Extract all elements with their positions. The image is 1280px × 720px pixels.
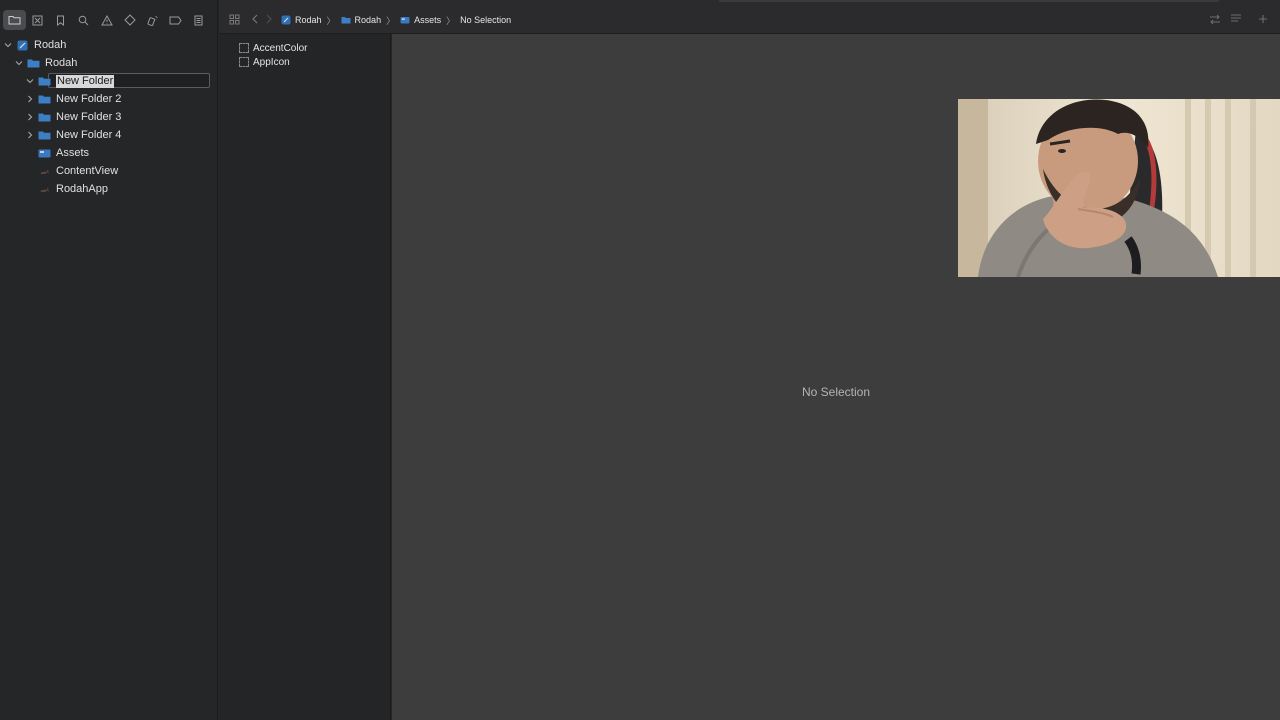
asset-item-label: AppIcon (253, 56, 290, 68)
navigator-toolbar (0, 9, 218, 31)
tree-item-label: New Folder 4 (56, 129, 122, 141)
find-icon[interactable] (72, 10, 95, 30)
editor-jump-bar: Rodah 〉 Rodah 〉 Assets 〉 No Selection (219, 0, 1280, 34)
breadcrumb-label: Rodah (295, 15, 322, 25)
color-set-swatch-icon (239, 43, 249, 53)
adjust-editor-arrows-icon[interactable] (1208, 13, 1222, 25)
folder-icon (38, 130, 51, 141)
folder-icon (27, 58, 40, 69)
tree-item-rodahapp[interactable]: RodahApp (0, 180, 218, 198)
tree-item-label: Rodah (45, 57, 78, 69)
breadcrumb-item-selection[interactable]: No Selection (460, 15, 511, 25)
tree-item-new-folder-3[interactable]: New Folder 3 (0, 108, 218, 126)
folder-icon (341, 15, 351, 25)
test-diamond-icon[interactable] (118, 10, 141, 30)
chevron-down-icon[interactable] (14, 58, 24, 68)
tree-item-assets[interactable]: Assets (0, 144, 218, 162)
tree-item-rodah-project[interactable]: Rodah (0, 36, 218, 54)
tree-item-label: ContentView (56, 165, 119, 177)
chevron-right-icon[interactable] (25, 112, 35, 122)
webcam-picture (958, 99, 1280, 277)
tree-item-rodah-folder[interactable]: Rodah (0, 54, 218, 72)
folder-icon (38, 94, 51, 105)
folder-icon (38, 112, 51, 123)
related-items-grid-icon[interactable] (227, 13, 241, 25)
folder-icon (38, 76, 51, 87)
app-icon-set-swatch-icon (239, 57, 249, 67)
swift-file-icon (38, 184, 51, 195)
breadcrumb-item-assets[interactable]: Assets (400, 15, 441, 25)
forward-chevron-icon[interactable] (262, 13, 276, 25)
project-navigator: Rodah Rodah New Folder New Folder 2 New … (0, 0, 218, 720)
chevron-down-icon[interactable] (3, 40, 13, 50)
window-top-strip (719, 0, 1219, 2)
chevron-right-icon[interactable] (25, 94, 35, 104)
chevron-down-icon[interactable] (25, 76, 35, 86)
tree-item-label: New Folder 2 (56, 93, 122, 105)
tree-item-label: RodahApp (56, 183, 108, 195)
asset-list: AccentColor AppIcon (219, 34, 391, 720)
asset-item-accentcolor[interactable]: AccentColor (239, 41, 307, 55)
project-navigator-icon[interactable] (3, 10, 26, 30)
swift-file-icon (38, 166, 51, 177)
tree-item-new-folder[interactable]: New Folder (0, 72, 218, 90)
editor-options-lines-icon[interactable] (1229, 13, 1243, 25)
breadcrumb-separator-icon: 〉 (446, 15, 456, 26)
bookmark-icon[interactable] (49, 10, 72, 30)
asset-catalog-icon (38, 148, 51, 159)
file-tree: Rodah Rodah New Folder New Folder 2 New … (0, 36, 218, 198)
tree-item-label: New Folder 3 (56, 111, 122, 123)
asset-item-label: AccentColor (253, 42, 308, 54)
breadcrumb: Rodah 〉 Rodah 〉 Assets 〉 No Selection (281, 13, 511, 27)
asset-item-appicon[interactable]: AppIcon (239, 55, 290, 69)
breakpoint-icon[interactable] (164, 10, 187, 30)
chevron-right-icon[interactable] (25, 130, 35, 140)
breadcrumb-separator-icon: 〉 (386, 15, 396, 26)
rename-field-text[interactable]: New Folder (56, 74, 115, 88)
issue-warning-icon[interactable] (95, 10, 118, 30)
breadcrumb-label: Rodah (354, 15, 382, 25)
source-control-icon[interactable] (26, 10, 49, 30)
empty-state-label: No Selection (801, 385, 871, 399)
tree-item-label: Rodah (34, 39, 67, 51)
breadcrumb-label: Assets (414, 15, 442, 25)
breadcrumb-item-project[interactable]: Rodah (281, 15, 322, 25)
webcam-overlay (958, 99, 1280, 277)
tree-item-contentview[interactable]: ContentView (0, 162, 218, 180)
tree-item-new-folder-2[interactable]: New Folder 2 (0, 90, 218, 108)
report-icon[interactable] (187, 10, 210, 30)
add-editor-plus-icon[interactable] (1256, 13, 1270, 25)
tree-item-new-folder-4[interactable]: New Folder 4 (0, 126, 218, 144)
breadcrumb-label: No Selection (460, 15, 512, 25)
back-chevron-icon[interactable] (248, 13, 262, 25)
xcode-project-icon (281, 15, 291, 25)
tree-item-label: Assets (56, 147, 90, 159)
debug-spray-icon[interactable] (141, 10, 164, 30)
breadcrumb-separator-icon: 〉 (326, 15, 336, 26)
breadcrumb-item-folder[interactable]: Rodah (341, 15, 382, 25)
xcode-project-icon (16, 40, 29, 51)
asset-catalog-icon (400, 15, 410, 25)
